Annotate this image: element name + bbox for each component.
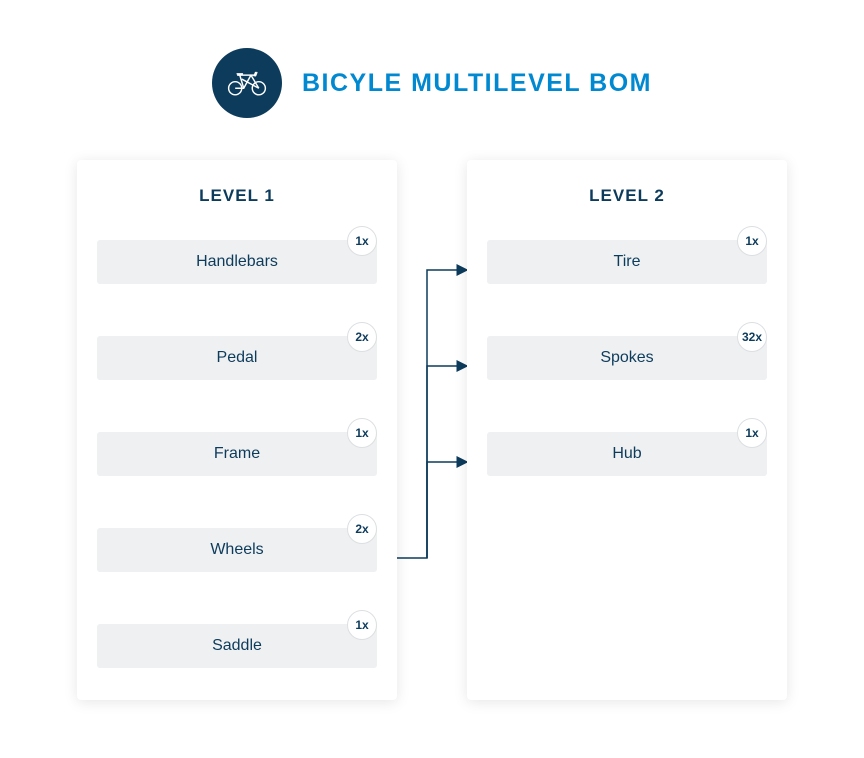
bom-item-qty: 1x bbox=[737, 226, 767, 256]
level-panel-1: LEVEL 1 Handlebars 1x Pedal 2x Frame 1x … bbox=[77, 160, 397, 700]
bicycle-icon bbox=[212, 48, 282, 118]
bom-item: Pedal 2x bbox=[97, 336, 377, 380]
bom-item-label: Hub bbox=[487, 432, 767, 476]
bom-item-qty: 1x bbox=[737, 418, 767, 448]
bom-item: Hub 1x bbox=[487, 432, 767, 476]
level-title: LEVEL 2 bbox=[487, 186, 767, 206]
bom-item: Wheels 2x bbox=[97, 528, 377, 572]
bom-item-label: Pedal bbox=[97, 336, 377, 380]
bom-item-qty: 1x bbox=[347, 226, 377, 256]
bom-item-qty: 32x bbox=[737, 322, 767, 352]
bom-item: Saddle 1x bbox=[97, 624, 377, 668]
diagram-title: BICYLE MULTILEVEL BOM bbox=[302, 69, 652, 98]
bom-item-qty: 2x bbox=[347, 514, 377, 544]
bom-item: Handlebars 1x bbox=[97, 240, 377, 284]
bom-item-qty: 1x bbox=[347, 610, 377, 640]
bom-item-qty: 1x bbox=[347, 418, 377, 448]
bom-item: Spokes 32x bbox=[487, 336, 767, 380]
bom-item-qty: 2x bbox=[347, 322, 377, 352]
bom-item-label: Spokes bbox=[487, 336, 767, 380]
levels-container: LEVEL 1 Handlebars 1x Pedal 2x Frame 1x … bbox=[0, 160, 864, 700]
bom-item: Tire 1x bbox=[487, 240, 767, 284]
diagram-header: BICYLE MULTILEVEL BOM bbox=[0, 0, 864, 158]
bom-item-label: Wheels bbox=[97, 528, 377, 572]
level-title: LEVEL 1 bbox=[97, 186, 377, 206]
bom-item-label: Saddle bbox=[97, 624, 377, 668]
bom-item-label: Handlebars bbox=[97, 240, 377, 284]
bom-item: Frame 1x bbox=[97, 432, 377, 476]
bom-item-label: Frame bbox=[97, 432, 377, 476]
level-panel-2: LEVEL 2 Tire 1x Spokes 32x Hub 1x bbox=[467, 160, 787, 700]
bom-item-label: Tire bbox=[487, 240, 767, 284]
